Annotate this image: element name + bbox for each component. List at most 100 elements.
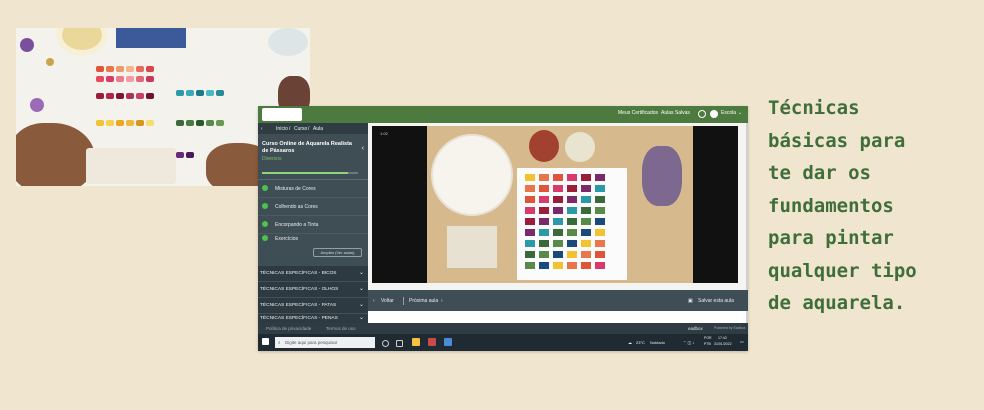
color-swatch (595, 229, 605, 236)
lesson-item[interactable]: Misturas de Cores (258, 180, 368, 198)
color-swatch (567, 207, 577, 214)
paint-palette (447, 226, 497, 268)
color-swatch (581, 218, 591, 225)
color-swatch (567, 174, 577, 181)
lesson-controls: ‹ Voltar Próxima aula › ▣ Salvar esta au… (368, 290, 748, 311)
save-icon[interactable]: ▣ (688, 298, 693, 304)
chevron-down-icon: ⌄ (358, 286, 364, 292)
left-hand (16, 123, 95, 186)
color-swatch (539, 207, 549, 214)
search-placeholder: Digite aqui para pesquisar (285, 340, 338, 345)
file-explorer-icon[interactable] (412, 338, 420, 346)
color-swatch (525, 174, 535, 181)
lesson-item[interactable]: Colhendo as Cores (258, 198, 368, 216)
clock-time[interactable]: 17:43 (718, 336, 727, 340)
color-swatch (106, 93, 114, 99)
color-swatch (186, 152, 194, 158)
color-swatch (136, 120, 144, 126)
color-swatch (539, 174, 549, 181)
breadcrumb-course[interactable]: Curso (294, 126, 307, 132)
chrome-icon[interactable] (444, 338, 452, 346)
module-label: TÉCNICAS ESPECÍFICAS - PENAS (260, 316, 338, 321)
chevron-down-icon: ⌄ (358, 270, 364, 276)
water-glass (565, 132, 595, 162)
water-glass (529, 130, 559, 162)
breadcrumb-home[interactable]: Início (276, 126, 288, 132)
system-tray-icons[interactable]: ⌃ ◫ ♪ (683, 340, 694, 345)
module-section[interactable]: TÉCNICAS ESPECÍFICAS - PATAS ⌄ (258, 298, 368, 314)
windows-start-icon[interactable] (262, 338, 269, 345)
terms-link[interactable]: Termos de uso (326, 326, 356, 331)
user-name[interactable]: Escola (721, 110, 736, 116)
color-swatch (525, 207, 535, 214)
saved-lessons-link[interactable]: Aulas Salvas (661, 110, 690, 116)
video-frame (427, 126, 693, 283)
next-arrow-icon[interactable]: › (441, 298, 443, 304)
color-swatch (539, 229, 549, 236)
prev-button[interactable]: Voltar (381, 298, 394, 304)
check-icon (262, 185, 268, 191)
save-lesson-button[interactable]: Salvar esta aula (698, 298, 734, 304)
chevron-down-icon: ⌄ (358, 315, 364, 321)
color-swatch (106, 120, 114, 126)
module-section[interactable]: TÉCNICAS ESPECÍFICAS - OLHOS ⌄ (258, 282, 368, 298)
clock-date[interactable]: 31/01/2022 (714, 342, 732, 346)
check-icon (262, 203, 268, 209)
privacy-link[interactable]: Política de privacidade (266, 326, 311, 331)
breadcrumb-lesson: Aula (313, 126, 324, 132)
next-button[interactable]: Próxima aula (409, 298, 438, 304)
notification-icon[interactable]: ▭ (740, 339, 744, 344)
color-swatch (553, 218, 563, 225)
weather-temp: 23°C (636, 340, 645, 345)
weather-text: Nublado (650, 340, 665, 345)
lesson-item[interactable]: Exercícios (258, 230, 368, 247)
cortana-icon[interactable] (382, 340, 389, 347)
color-swatch (581, 174, 591, 181)
course-title: Curso Online de Aquarela Realista de Pás… (262, 141, 352, 154)
keyboard-lang[interactable]: POR (704, 336, 712, 340)
color-swatch (525, 218, 535, 225)
color-swatch (567, 251, 577, 258)
certificates-link[interactable]: Meus Certificados (618, 110, 658, 116)
color-swatch (525, 240, 535, 247)
module-label: TÉCNICAS ESPECÍFICAS - OLHOS (260, 287, 339, 292)
module-label: TÉCNICAS ESPECÍFICAS - PATAS (260, 303, 337, 308)
module-label: TÉCNICAS ESPECÍFICAS - BICOS (260, 271, 337, 276)
weather-icon[interactable]: ☁ (628, 340, 632, 345)
color-swatch (126, 66, 134, 72)
expand-lessons-button[interactable]: Ampliar (Ver aulas) (313, 248, 362, 257)
module-section[interactable]: TÉCNICAS ESPECÍFICAS - BICOS ⌄ (258, 266, 368, 282)
color-swatch (186, 120, 194, 126)
color-swatch (539, 251, 549, 258)
keyboard-layout[interactable]: PTB (704, 342, 711, 346)
school-logo[interactable] (262, 108, 302, 121)
color-swatch (581, 196, 591, 203)
prev-arrow-icon[interactable]: ‹ (373, 298, 375, 304)
lesson-label: Encorpando a Tinta (275, 222, 319, 228)
color-swatch (136, 93, 144, 99)
app-icon[interactable] (428, 338, 436, 346)
avatar[interactable] (710, 110, 718, 118)
chevron-down-icon[interactable]: ⌄ (738, 110, 742, 116)
color-swatch (136, 66, 144, 72)
color-swatch (581, 251, 591, 258)
video-area: 1:02 (368, 123, 748, 290)
color-swatch (525, 196, 535, 203)
collapse-icon[interactable]: ‹ (362, 145, 364, 152)
color-swatch (595, 218, 605, 225)
color-swatch (96, 66, 104, 72)
video-player[interactable]: 1:02 (372, 126, 738, 283)
task-view-icon[interactable] (396, 340, 403, 347)
flower-decoration (642, 146, 682, 206)
page-footer: Política de privacidade Termos de uso ea… (258, 323, 748, 334)
help-icon[interactable] (698, 110, 706, 118)
color-swatch (106, 66, 114, 72)
color-swatch (595, 174, 605, 181)
color-swatch (196, 90, 204, 96)
color-swatch (567, 196, 577, 203)
color-swatch (126, 76, 134, 82)
back-arrow-icon[interactable]: ‹ (261, 126, 263, 132)
flower-decoration (20, 38, 34, 52)
color-swatch (146, 66, 154, 72)
taskbar-search-input[interactable]: ⌕ Digite aqui para pesquisar (275, 337, 375, 348)
